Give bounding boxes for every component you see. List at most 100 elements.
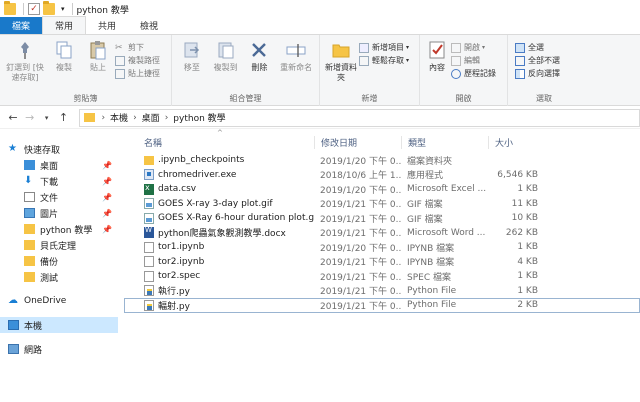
file-size: 1 KB [517,184,538,195]
paste-shortcut-button[interactable]: 貼上捷徑 [115,67,160,80]
new-item-label: 新增項目 [372,43,404,52]
file-name: 輻射.py [158,301,190,312]
file-row[interactable]: 輻射.py 2019/1/21 下午 0... Python File 2 KB [124,298,640,313]
folder-icon [24,240,35,250]
file-type: IPYNB 檔案 [407,243,455,254]
nav-network[interactable]: 網路 [0,341,118,357]
chevron-down-icon: ▾ [406,44,410,51]
file-name: tor2.spec [158,271,201,282]
pin-icon[interactable]: 📌 [102,209,112,218]
tab-home[interactable]: 常用 [42,16,87,34]
invert-selection-button[interactable]: 反向選擇 [515,67,560,80]
nav-this-pc[interactable]: 本機 [0,317,118,333]
file-row[interactable]: python爬蟲氣象觀測教學.docx 2019/1/21 下午 0... Micr… [124,226,640,241]
pin-icon[interactable]: 📌 [102,193,112,202]
tab-share[interactable]: 共用 [86,17,128,34]
nav-this-pc-label: 本機 [24,321,43,332]
nav-item-backup[interactable]: 備份 [0,253,118,269]
column-type[interactable]: 類型 [401,136,488,149]
easy-access-label: 輕鬆存取 [372,56,404,65]
cut-button[interactable]: ✂ 剪下 [115,41,160,54]
nav-item-label: python 教學 [40,225,93,236]
excel-file-icon [144,183,154,195]
forward-arrow-icon[interactable]: → [23,111,37,124]
open-button[interactable]: 開啟 ▾ [451,41,496,54]
nav-item-documents[interactable]: 文件 📌 [0,189,118,205]
nav-quick-access[interactable]: ★ 快速存取 [0,141,118,157]
file-size: 11 KB [511,198,538,209]
folder-icon [24,256,35,266]
file-row[interactable]: 執行.py 2019/1/21 下午 0... Python File 1 KB [124,284,640,299]
file-type: Python File [407,285,457,296]
tab-view[interactable]: 檢視 [128,17,170,34]
nav-onedrive-label: OneDrive [24,296,67,306]
pin-icon[interactable]: 📌 [102,225,112,234]
file-row[interactable]: data.csv 2019/1/20 下午 0... Microsoft Excel… [124,182,640,197]
file-name: chromedriver.exe [158,169,237,180]
file-name: tor2.ipynb [158,256,205,267]
file-row[interactable]: .ipynb_checkpoints 2019/1/20 下午 0... 檔案資料夾 [124,153,640,168]
tab-file[interactable]: 檔案 [0,17,43,34]
file-row[interactable]: chromedriver.exe 2018/10/6 上午 1... 應用程式 6,5… [124,168,640,183]
new-item-icon [359,42,369,53]
breadcrumb-desktop[interactable]: 桌面 [142,111,160,124]
nav-item-test[interactable]: 測試 [0,269,118,285]
nav-item-python-tutorial[interactable]: python 教學 📌 [0,221,118,237]
rename-label: 重新命名 [280,63,313,72]
edit-button[interactable]: 編輯 [451,54,496,67]
file-type: GIF 檔案 [407,200,443,211]
file-row[interactable]: GOES X-Ray 6-hour duration plot.gif 2019/… [124,211,640,226]
copy-icon [53,39,75,61]
nav-item-downloads[interactable]: ⬇ 下載 📌 [0,173,118,189]
breadcrumb-separator: › [164,112,169,123]
file-type: SPEC 檔案 [407,272,451,283]
file-type: GIF 檔案 [407,214,443,225]
folder-icon [24,224,35,234]
quick-access-dropdown-icon[interactable]: ▾ [61,5,65,13]
new-folder-quick-icon[interactable] [43,1,55,15]
nav-item-desktop[interactable]: 桌面 📌 [0,157,118,173]
paste-icon [87,39,109,61]
pin-icon[interactable]: 📌 [102,161,112,170]
file-row[interactable]: tor2.spec 2019/1/21 下午 0... SPEC 檔案 1 KB [124,269,640,284]
pin-icon [14,39,36,61]
recent-locations-chevron-icon[interactable]: ▾ [40,114,54,122]
select-all-button[interactable]: 全選 [515,41,560,54]
file-row[interactable]: tor2.ipynb 2019/1/21 下午 0... IPYNB 檔案 4 KB [124,255,640,270]
select-none-button[interactable]: 全部不選 [515,54,560,67]
nav-item-pictures[interactable]: 圖片 📌 [0,205,118,221]
blank-file-icon [144,256,154,268]
history-button[interactable]: 歷程記錄 [451,67,496,80]
file-row[interactable]: GOES X-ray 3-day plot.gif 2019/1/21 下午 0.… [124,197,640,212]
select-group: 全選 全部不選 反向選擇 選取 [508,35,580,106]
up-arrow-icon[interactable]: ↑ [57,111,71,124]
breadcrumb-current-folder[interactable]: python 教學 [173,111,225,124]
copy-path-button[interactable]: 複製路徑 [115,54,160,67]
breadcrumb-this-pc[interactable]: 本機 [110,111,128,124]
divider [23,3,24,15]
address-bar[interactable]: › 本機 › 桌面 › python 教學 [79,108,640,127]
properties-quick-icon[interactable]: ✓ [28,3,40,15]
new-folder-label: 新增資料夾 [325,63,357,82]
pin-icon[interactable]: 📌 [102,177,112,186]
breadcrumb-separator: › [133,112,137,123]
navigation-pane: ★ 快速存取 桌面 📌 ⬇ 下載 📌 文件 📌 圖片 📌 python 教學 📌… [0,129,118,402]
nav-item-label: 測試 [40,273,59,284]
column-date[interactable]: 修改日期 [314,136,401,149]
column-name[interactable]: 名稱 [124,136,314,149]
file-row[interactable]: tor1.ipynb 2019/1/20 下午 0... IPYNB 檔案 1 KB [124,240,640,255]
back-arrow-icon[interactable]: ← [6,111,20,124]
file-date: 2019/1/20 下午 0... [320,185,401,196]
column-header: ^ 名稱 修改日期 類型 大小 [124,129,640,153]
nav-onedrive[interactable]: ☁ OneDrive [0,293,118,309]
file-name-cell: GOES X-ray 3-day plot.gif [124,198,314,210]
new-item-button[interactable]: 新增項目 ▾ [359,41,409,54]
easy-access-button[interactable]: 輕鬆存取 ▾ [359,54,409,67]
column-size[interactable]: 大小 [488,136,548,149]
breadcrumb-separator: › [101,112,106,123]
document-icon [24,192,35,202]
properties-label: 內容 [429,63,445,72]
file-date: 2019/1/20 下午 0... [320,243,401,254]
nav-item-bayes[interactable]: 貝氏定理 [0,237,118,253]
